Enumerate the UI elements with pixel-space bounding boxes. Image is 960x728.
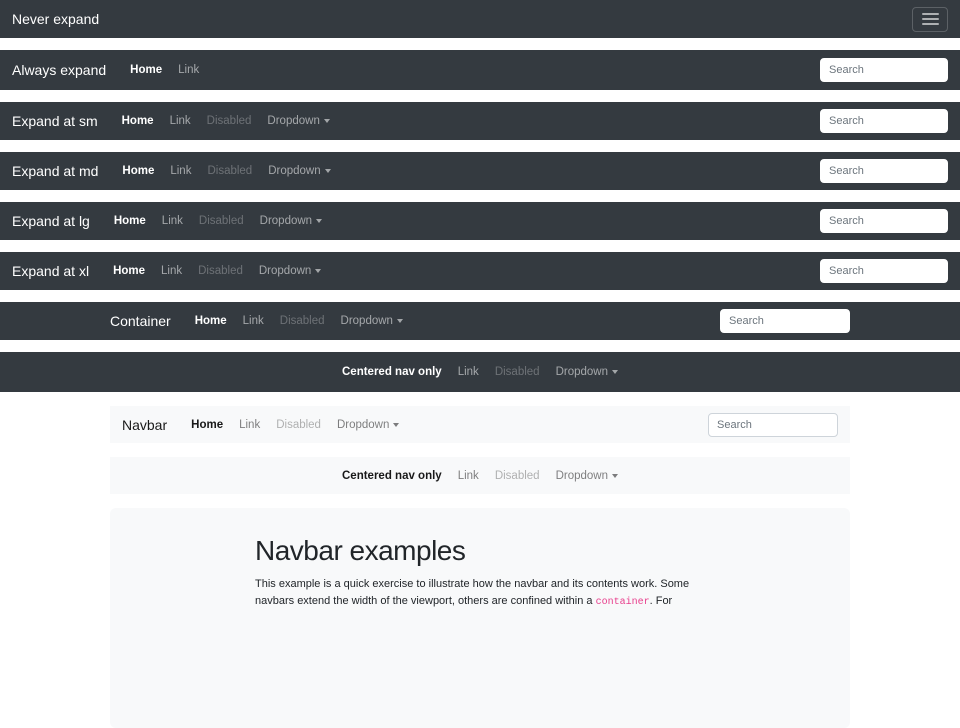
nav-link-link[interactable]: Link xyxy=(231,419,268,431)
nav-link-home[interactable]: Home xyxy=(114,165,162,177)
navbar-nav-centered: Centered nav only Link Disabled Dropdown xyxy=(334,366,626,378)
navbar-nav: Home Link Disabled Dropdown xyxy=(114,115,338,127)
nav-link-link[interactable]: Link xyxy=(154,215,191,227)
jumbotron-content: Navbar examples This example is a quick … xyxy=(255,534,705,611)
search-input[interactable] xyxy=(708,413,838,437)
nav-dropdown-toggle[interactable]: Dropdown xyxy=(251,265,329,277)
nav-dropdown-toggle[interactable]: Dropdown xyxy=(548,470,626,482)
nav-dropdown-label: Dropdown xyxy=(260,215,312,227)
navbar-nav: Home Link Disabled Dropdown xyxy=(105,265,329,277)
caret-down-icon xyxy=(315,269,321,273)
nav-dropdown-toggle[interactable]: Dropdown xyxy=(329,419,407,431)
navbar-light: Navbar Home Link Disabled Dropdown xyxy=(110,406,850,443)
nav-dropdown-toggle[interactable]: Dropdown xyxy=(260,165,338,177)
nav-dropdown-label: Dropdown xyxy=(267,115,319,127)
nav-link-disabled: Disabled xyxy=(268,419,329,431)
nav-link-home[interactable]: Home xyxy=(106,215,154,227)
nav-link-link[interactable]: Link xyxy=(235,315,272,327)
nav-link-home[interactable]: Home xyxy=(105,265,153,277)
nav-link-home[interactable]: Home xyxy=(114,115,162,127)
caret-down-icon xyxy=(325,169,331,173)
page: { "colors": { "navbar_dark_bg": "#343a40… xyxy=(0,0,960,600)
navbar-nav: Home Link Disabled Dropdown xyxy=(187,315,411,327)
navbar-brand-navbar[interactable]: Navbar xyxy=(122,417,167,433)
jumbotron: Navbar examples This example is a quick … xyxy=(110,508,850,728)
nav-dropdown-label: Dropdown xyxy=(556,366,608,378)
inline-code-container: container xyxy=(596,597,650,608)
nav-link-disabled: Disabled xyxy=(487,470,548,482)
nav-link-centered-nav-only[interactable]: Centered nav only xyxy=(334,366,450,378)
navbar-expand-sm: Expand at sm Home Link Disabled Dropdown xyxy=(0,102,960,140)
navbar-container-inner: Container Home Link Disabled Dropdown xyxy=(110,302,850,340)
caret-down-icon xyxy=(612,370,618,374)
navbar-nav: Home Link xyxy=(122,64,207,76)
nav-dropdown-toggle[interactable]: Dropdown xyxy=(252,215,330,227)
nav-link-disabled: Disabled xyxy=(199,115,260,127)
nav-link-link[interactable]: Link xyxy=(153,265,190,277)
nav-dropdown-toggle[interactable]: Dropdown xyxy=(333,315,411,327)
navbar-brand-expand-xl[interactable]: Expand at xl xyxy=(12,263,89,279)
navbar-always-expand: Always expand Home Link xyxy=(0,50,960,90)
nav-link-disabled: Disabled xyxy=(199,165,260,177)
navbar-brand-always-expand[interactable]: Always expand xyxy=(12,62,106,78)
hamburger-icon xyxy=(922,13,939,25)
nav-dropdown-label: Dropdown xyxy=(341,315,393,327)
navbar-brand-expand-sm[interactable]: Expand at sm xyxy=(12,113,98,129)
nav-dropdown-label: Dropdown xyxy=(259,265,311,277)
search-input[interactable] xyxy=(820,159,948,183)
caret-down-icon xyxy=(612,474,618,478)
search-input[interactable] xyxy=(820,58,948,82)
nav-link-link[interactable]: Link xyxy=(162,115,199,127)
navbar-nav: Home Link Disabled Dropdown xyxy=(183,419,407,431)
lead-text-after-code: . For xyxy=(650,595,673,607)
nav-link-home[interactable]: Home xyxy=(187,315,235,327)
search-input[interactable] xyxy=(820,259,948,283)
navbar-nav: Home Link Disabled Dropdown xyxy=(106,215,330,227)
navbar-expand-md: Expand at md Home Link Disabled Dropdown xyxy=(0,152,960,190)
nav-link-disabled: Disabled xyxy=(190,265,251,277)
navbar-brand-expand-lg[interactable]: Expand at lg xyxy=(12,213,90,229)
main-container: Navbar Home Link Disabled Dropdown Cente… xyxy=(110,406,850,728)
nav-link-link[interactable]: Link xyxy=(162,165,199,177)
nav-link-home[interactable]: Home xyxy=(183,419,231,431)
nav-link-link[interactable]: Link xyxy=(170,64,207,76)
navbar-expand-xl: Expand at xl Home Link Disabled Dropdown xyxy=(0,252,960,290)
nav-link-disabled: Disabled xyxy=(272,315,333,327)
navbar-centered-dark: Centered nav only Link Disabled Dropdown xyxy=(0,352,960,392)
caret-down-icon xyxy=(316,219,322,223)
navbar-expand-lg: Expand at lg Home Link Disabled Dropdown xyxy=(0,202,960,240)
nav-dropdown-label: Dropdown xyxy=(337,419,389,431)
navbar-centered-light: Centered nav only Link Disabled Dropdown xyxy=(110,457,850,494)
nav-link-link[interactable]: Link xyxy=(450,366,487,378)
nav-dropdown-label: Dropdown xyxy=(556,470,608,482)
search-input[interactable] xyxy=(820,209,948,233)
navbar-container: Container Home Link Disabled Dropdown xyxy=(0,302,960,340)
navbar-nav-centered: Centered nav only Link Disabled Dropdown xyxy=(334,470,626,482)
caret-down-icon xyxy=(324,119,330,123)
navbar-never-expand: Never expand xyxy=(0,0,960,38)
nav-link-disabled: Disabled xyxy=(191,215,252,227)
nav-link-centered-nav-only[interactable]: Centered nav only xyxy=(334,470,450,482)
nav-dropdown-toggle[interactable]: Dropdown xyxy=(548,366,626,378)
navbar-brand-container[interactable]: Container xyxy=(110,313,171,329)
search-input[interactable] xyxy=(820,109,948,133)
nav-link-link[interactable]: Link xyxy=(450,470,487,482)
navbar-nav: Home Link Disabled Dropdown xyxy=(114,165,338,177)
nav-dropdown-label: Dropdown xyxy=(268,165,320,177)
search-input[interactable] xyxy=(720,309,850,333)
navbar-brand-never-expand[interactable]: Never expand xyxy=(12,11,99,27)
navbar-brand-expand-md[interactable]: Expand at md xyxy=(12,163,98,179)
caret-down-icon xyxy=(393,423,399,427)
navbar-toggler-button[interactable] xyxy=(912,7,948,32)
lead-paragraph: This example is a quick exercise to illu… xyxy=(255,576,705,611)
nav-link-disabled: Disabled xyxy=(487,366,548,378)
nav-dropdown-toggle[interactable]: Dropdown xyxy=(259,115,337,127)
caret-down-icon xyxy=(397,319,403,323)
page-title: Navbar examples xyxy=(255,534,705,568)
nav-link-home[interactable]: Home xyxy=(122,64,170,76)
